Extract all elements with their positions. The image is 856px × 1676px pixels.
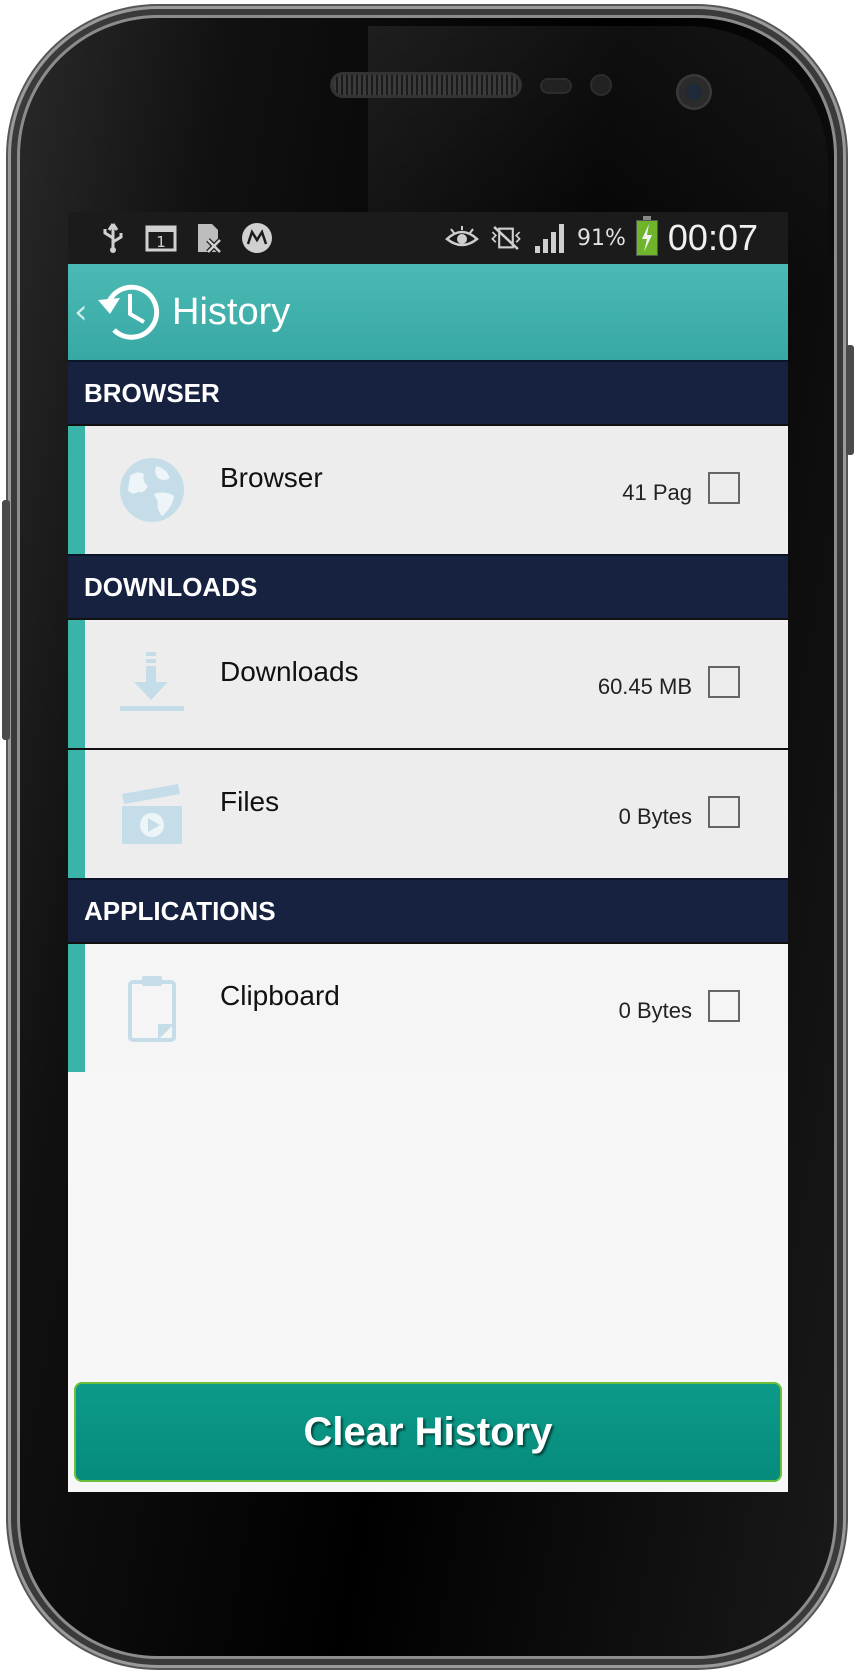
files-checkbox[interactable] — [708, 796, 740, 828]
globe-icon — [118, 456, 186, 524]
list-item-browser[interactable]: Browser 41 Pag — [68, 424, 788, 554]
calendar-icon: 1 — [144, 221, 178, 255]
status-bar: 1 91% 00:07 — [68, 212, 788, 264]
clear-history-button[interactable]: Clear History — [74, 1382, 782, 1482]
volume-button — [2, 500, 10, 740]
earpiece-speaker — [333, 75, 519, 95]
back-chevron-icon[interactable]: ‹ — [74, 292, 94, 332]
clock: 00:07 — [667, 217, 758, 258]
vibrate-off-icon — [489, 221, 523, 255]
list-item-label: Browser — [220, 462, 323, 493]
list-item-size: 60.45 MB — [597, 674, 692, 699]
signal-icon — [533, 221, 567, 255]
list-item-size: 41 Pag — [622, 480, 692, 505]
section-header-downloads: DOWNLOADS — [68, 554, 788, 618]
row-accent — [68, 426, 85, 554]
section-header-browser: BROWSER — [68, 360, 788, 424]
row-accent — [68, 620, 85, 748]
section-header-applications: APPLICATIONS — [68, 878, 788, 942]
battery-icon — [635, 216, 658, 256]
list-item-label: Files — [220, 786, 280, 817]
list-item-size: 0 Bytes — [618, 804, 692, 829]
power-button — [846, 345, 854, 455]
list-item-files[interactable]: Files 0 Bytes — [68, 748, 788, 878]
downloads-checkbox[interactable] — [708, 666, 740, 698]
sim-missing-icon — [192, 221, 226, 255]
moto-icon — [240, 221, 274, 255]
battery-percent: 91% — [577, 225, 626, 251]
action-bar: ‹ History — [68, 264, 788, 360]
list-item-clipboard[interactable]: Clipboard 0 Bytes — [68, 942, 788, 1072]
calendar-day: 1 — [156, 233, 166, 251]
usb-icon — [96, 221, 130, 255]
list-item-label: Clipboard — [220, 980, 340, 1011]
eye-icon — [445, 221, 479, 255]
download-icon — [118, 650, 186, 718]
list-item-size: 0 Bytes — [618, 998, 692, 1023]
row-accent — [68, 944, 85, 1072]
clapperboard-icon — [118, 780, 186, 848]
light-sensor — [592, 76, 610, 94]
row-accent — [68, 750, 85, 878]
browser-checkbox[interactable] — [708, 472, 740, 504]
history-clock-icon[interactable] — [94, 278, 162, 346]
proximity-sensor — [542, 80, 570, 92]
front-camera — [676, 74, 712, 110]
page-title: History — [172, 290, 291, 333]
list-item-label: Downloads — [220, 656, 359, 687]
clipboard-checkbox[interactable] — [708, 990, 740, 1022]
list-item-downloads[interactable]: Downloads 60.45 MB — [68, 618, 788, 748]
screen: 1 91% 00:07 ‹ History BROWSER Browser 41… — [68, 212, 788, 1492]
clipboard-icon — [118, 974, 186, 1042]
